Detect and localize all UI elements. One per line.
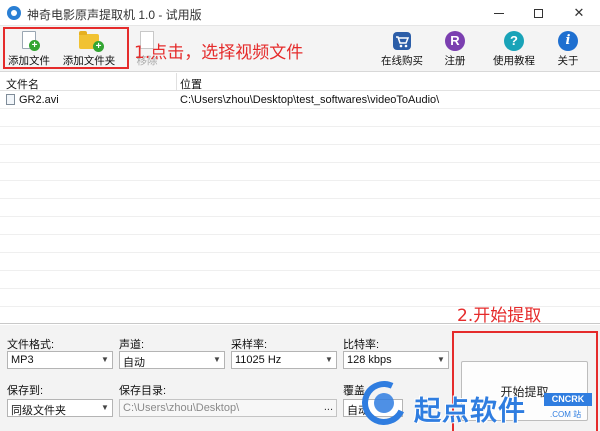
help-icon: ?: [504, 31, 524, 51]
tutorial-label: 使用教程: [493, 55, 535, 67]
format-label: 文件格式:: [7, 339, 55, 351]
watermark-logo-dot: [374, 393, 394, 413]
file-name: GR2.avi: [19, 94, 59, 106]
chevron-down-icon: ▼: [213, 355, 221, 364]
file-location: C:\Users\zhou\Desktop\test_softwares\vid…: [180, 94, 440, 106]
shopping-cart-icon: [392, 31, 412, 51]
channel-label: 声道:: [119, 339, 145, 351]
savedir-label: 保存目录:: [119, 385, 167, 397]
file-list-header: 文件名 位置: [0, 73, 600, 91]
column-header-location[interactable]: 位置: [180, 76, 202, 92]
about-label: 关于: [557, 55, 579, 67]
watermark-tag: CNCRK: [544, 393, 592, 406]
savedir-field[interactable]: C:\Users\zhou\Desktop\ ...: [119, 399, 337, 417]
bitrate-value: 128 kbps: [347, 354, 392, 366]
channel-select[interactable]: 自动 ▼: [119, 351, 225, 369]
buy-online-label: 在线购买: [381, 55, 423, 67]
saveto-label: 保存到:: [7, 385, 44, 397]
app-logo-icon: [7, 6, 21, 20]
register-label: 注册: [444, 55, 466, 67]
saveto-select[interactable]: 同级文件夹 ▼: [7, 399, 113, 417]
file-list-rows: GR2.avi C:\Users\zhou\Desktop\test_softw…: [0, 91, 600, 323]
channel-value: 自动: [123, 357, 145, 369]
annotation-box-step1: [3, 27, 129, 69]
tutorial-button[interactable]: ? 使用教程: [488, 28, 540, 70]
chevron-down-icon: ▼: [437, 355, 445, 364]
samplerate-label: 采样率:: [231, 339, 268, 351]
minimize-button[interactable]: [482, 0, 516, 26]
video-file-icon: [6, 94, 15, 105]
maximize-button[interactable]: [521, 0, 555, 26]
chevron-down-icon: ▼: [101, 403, 109, 412]
column-header-filename[interactable]: 文件名: [6, 76, 39, 92]
file-list[interactable]: 文件名 位置 GR2.avi C:\Users\zhou\Desktop\tes…: [0, 73, 600, 324]
maximize-icon: [533, 9, 543, 19]
savedir-value: C:\Users\zhou\Desktop\: [123, 402, 240, 414]
saveto-value: 同级文件夹: [11, 405, 66, 417]
minimize-icon: [494, 13, 504, 15]
format-select[interactable]: MP3 ▼: [7, 351, 113, 369]
register-button[interactable]: R 注册: [440, 28, 470, 70]
format-value: MP3: [11, 354, 34, 366]
about-button[interactable]: i 关于: [552, 28, 584, 70]
samplerate-select[interactable]: 11025 Hz ▼: [231, 351, 337, 369]
chevron-down-icon: ▼: [325, 355, 333, 364]
browse-button[interactable]: ...: [324, 401, 333, 413]
register-icon: R: [445, 31, 465, 51]
chevron-down-icon: ▼: [101, 355, 109, 364]
watermark-sub: .COM 站: [550, 410, 582, 419]
info-icon: i: [558, 31, 578, 51]
title-bar: 神奇电影原声提取机 1.0 - 试用版 ✕: [0, 0, 600, 26]
bitrate-select[interactable]: 128 kbps ▼: [343, 351, 449, 369]
close-button[interactable]: ✕: [562, 0, 596, 26]
annotation-step2: 2.开始提取: [457, 306, 542, 326]
column-divider[interactable]: [176, 73, 177, 91]
bitrate-label: 比特率:: [343, 339, 380, 351]
watermark-text: 起点软件: [414, 396, 526, 427]
watermark: 起点软件 CNCRK .COM 站: [355, 374, 600, 431]
buy-online-button[interactable]: 在线购买: [378, 28, 426, 70]
samplerate-value: 11025 Hz: [235, 354, 282, 366]
window-title: 神奇电影原声提取机 1.0 - 试用版: [27, 8, 202, 22]
close-icon: ✕: [573, 5, 585, 20]
annotation-step1: 1.点击，选择视频文件: [134, 43, 304, 63]
table-row[interactable]: GR2.avi C:\Users\zhou\Desktop\test_softw…: [0, 91, 600, 109]
